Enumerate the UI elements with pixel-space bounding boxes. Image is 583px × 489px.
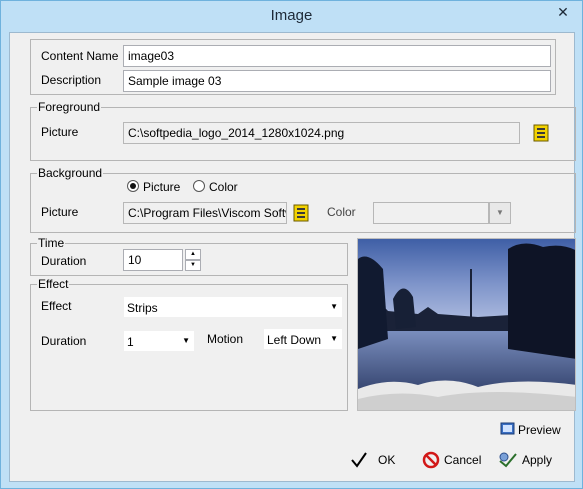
- checkmark-icon: [350, 451, 368, 469]
- preview-icon: [500, 421, 518, 439]
- background-color-swatch[interactable]: [373, 202, 489, 224]
- time-duration-input[interactable]: 10: [123, 249, 183, 271]
- preview-button[interactable]: Preview: [500, 419, 561, 441]
- cancel-button-label: Cancel: [444, 453, 482, 467]
- foreground-picture-path[interactable]: C:\softpedia_logo_2014_1280x1024.png: [123, 122, 520, 144]
- cancel-button[interactable]: Cancel: [422, 449, 492, 471]
- content-group: Content Name image03 Description Sample …: [30, 39, 556, 95]
- background-picture-radio-label[interactable]: Picture: [143, 180, 180, 194]
- effect-duration-dropdown[interactable]: 1 ▼: [123, 330, 195, 352]
- background-group-title: Background: [37, 166, 104, 180]
- effect-dropdown-value: Strips: [127, 301, 158, 315]
- image-dialog: Image ✕ Content Name image03 Description…: [0, 0, 583, 489]
- time-duration-label: Duration: [41, 254, 87, 268]
- motion-dropdown[interactable]: Left Down ▼: [263, 328, 343, 350]
- dialog-body: Content Name image03 Description Sample …: [9, 32, 576, 482]
- apply-button[interactable]: Apply: [498, 449, 560, 471]
- chevron-down-icon[interactable]: ▼: [489, 202, 511, 224]
- chevron-down-icon: ▼: [330, 302, 338, 311]
- effect-group-title: Effect: [37, 277, 70, 291]
- preview-button-label: Preview: [518, 423, 561, 437]
- motion-dropdown-value: Left Down: [267, 333, 322, 347]
- apply-icon: [498, 451, 517, 469]
- ok-button-label: OK: [378, 453, 396, 467]
- foreground-group-title: Foreground: [37, 100, 102, 114]
- spin-up-button[interactable]: ▲: [185, 249, 201, 260]
- content-name-label: Content Name: [41, 49, 119, 63]
- foreground-picture-label: Picture: [41, 125, 79, 139]
- spin-down-button[interactable]: ▼: [185, 260, 201, 271]
- foreground-group: Foreground Picture C:\softpedia_logo_201…: [30, 100, 576, 161]
- background-color-radio[interactable]: [193, 180, 205, 192]
- time-group: Time Duration 10 ▲ ▼: [30, 236, 348, 276]
- time-group-title: Time: [37, 236, 66, 250]
- background-picture-radio[interactable]: [127, 180, 139, 192]
- background-group: Background Picture Color Picture C:\Prog…: [30, 166, 576, 233]
- effect-dropdown[interactable]: Strips ▼: [123, 296, 343, 318]
- folder-browse-icon[interactable]: [533, 124, 549, 142]
- title-bar[interactable]: Image ✕: [1, 1, 582, 32]
- chevron-down-icon: ▼: [182, 336, 190, 345]
- preview-image: [357, 238, 576, 411]
- close-button[interactable]: ✕: [550, 2, 576, 22]
- content-name-input[interactable]: image03: [123, 45, 551, 67]
- effect-group: Effect Effect Strips ▼ Duration 1 ▼ Moti…: [30, 277, 348, 411]
- cancel-icon: [422, 451, 440, 469]
- background-picture-label: Picture: [41, 205, 79, 219]
- ok-button[interactable]: OK: [350, 449, 400, 471]
- effect-duration-value: 1: [127, 335, 134, 349]
- motion-label: Motion: [207, 332, 244, 346]
- background-color-radio-label[interactable]: Color: [209, 180, 238, 194]
- effect-duration-label: Duration: [41, 334, 87, 348]
- description-input[interactable]: Sample image 03: [123, 70, 551, 92]
- window-title: Image: [270, 7, 313, 24]
- effect-label: Effect: [41, 299, 72, 313]
- apply-button-label: Apply: [522, 453, 553, 467]
- background-color-label: Color: [327, 205, 356, 219]
- background-picture-path[interactable]: C:\Program Files\Viscom Software: [123, 202, 287, 224]
- folder-browse-icon[interactable]: [293, 204, 309, 222]
- description-label: Description: [41, 73, 102, 87]
- chevron-down-icon: ▼: [330, 334, 338, 343]
